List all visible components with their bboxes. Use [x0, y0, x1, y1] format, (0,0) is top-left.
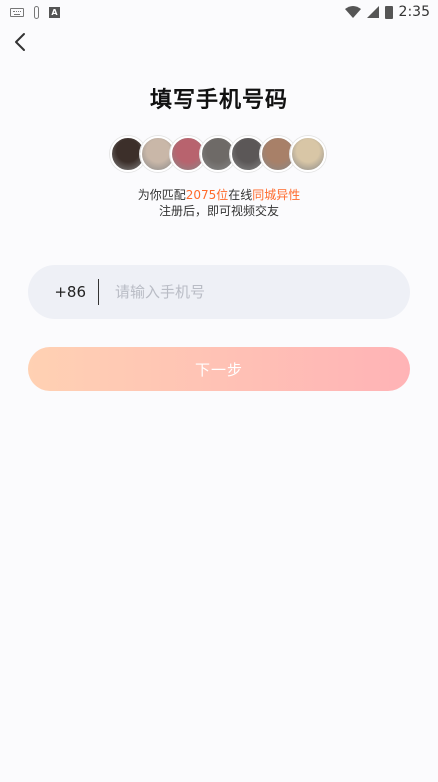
avatar — [290, 136, 326, 172]
keyboard-icon — [10, 7, 24, 17]
field-divider — [98, 279, 99, 305]
back-button[interactable] — [8, 30, 32, 54]
match-prefix: 为你匹配 — [137, 188, 186, 202]
wifi-icon — [344, 6, 361, 18]
next-button[interactable]: 下一步 — [28, 347, 410, 391]
a-icon: A — [49, 6, 60, 18]
battery-icon — [384, 5, 393, 19]
thermometer-icon — [34, 5, 39, 19]
match-info: 为你匹配2075位在线同城异性 — [0, 186, 438, 203]
avatar-group — [110, 136, 326, 172]
status-time: 2:35 — [398, 4, 430, 20]
country-code[interactable]: +86 — [28, 283, 88, 301]
register-hint: 注册后，即可视频交友 — [158, 204, 279, 218]
cellular-icon — [366, 6, 379, 18]
phone-field: +86 — [28, 265, 410, 319]
status-bar: A 2:35 — [0, 0, 438, 24]
status-bar-right: 2:35 — [344, 4, 430, 20]
match-count: 2075位 — [185, 188, 229, 202]
phone-input[interactable] — [115, 283, 410, 301]
page-title: 填写手机号码 — [149, 88, 288, 113]
match-mid: 在线 — [228, 188, 253, 202]
chevron-left-icon — [15, 33, 25, 51]
screen: A 2:35 填写手机号码 为你匹配2075位在线同城异性 注册后，即可视频交友… — [0, 0, 438, 782]
status-bar-left: A — [10, 5, 60, 19]
match-highlight: 同城异性 — [252, 188, 301, 202]
